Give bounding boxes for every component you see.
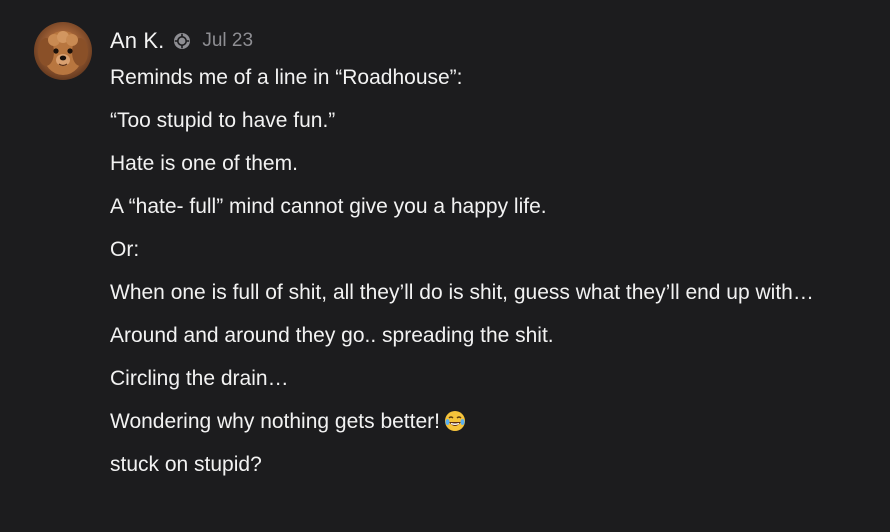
- comment-paragraph: When one is full of shit, all they’ll do…: [110, 281, 814, 304]
- comment-paragraph: Hate is one of them.: [110, 152, 298, 175]
- author-name[interactable]: An K.: [110, 28, 164, 54]
- laughing-tears-emoji-icon: [444, 410, 466, 432]
- comment-header: An K. Jul 23: [110, 26, 253, 56]
- comment-paragraph: “Too stupid to have fun.”: [110, 109, 336, 132]
- comment-paragraph-text: Wondering why nothing gets better!: [110, 410, 440, 433]
- comment-paragraph: A “hate- full” mind cannot give you a ha…: [110, 195, 547, 218]
- comment-paragraph: Circling the drain…: [110, 367, 289, 390]
- comment: An K. Jul 23 Reminds me of a line in “Ro…: [0, 0, 890, 532]
- comment-paragraph-with-emoji: Wondering why nothing gets better!: [110, 406, 880, 449]
- comment-paragraph: Reminds me of a line in “Roadhouse”:: [110, 66, 463, 89]
- comment-body: Reminds me of a line in “Roadhouse”: “To…: [110, 62, 880, 492]
- dog-avatar-icon: [38, 31, 88, 75]
- comment-date[interactable]: Jul 23: [202, 30, 253, 52]
- subscriber-badge-icon: [173, 32, 191, 50]
- comment-paragraph: Around and around they go.. spreading th…: [110, 324, 554, 347]
- comment-paragraph: Or:: [110, 238, 140, 261]
- avatar[interactable]: [34, 22, 92, 80]
- comment-paragraph: stuck on stupid?: [110, 453, 262, 476]
